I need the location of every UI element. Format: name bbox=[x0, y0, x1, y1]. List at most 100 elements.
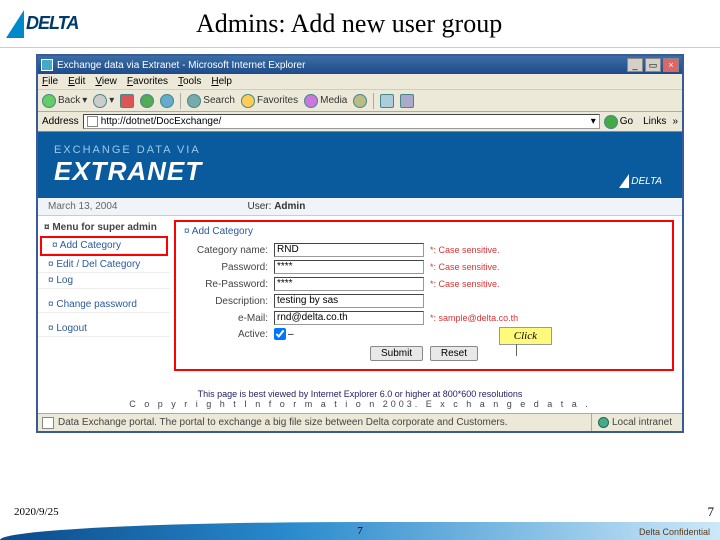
label-active: Active: bbox=[184, 329, 274, 340]
favorites-button[interactable]: Favorites bbox=[241, 94, 298, 108]
home-button[interactable] bbox=[160, 94, 174, 108]
menu-favorites[interactable]: Favorites bbox=[127, 76, 168, 87]
maximize-button[interactable]: ▭ bbox=[645, 58, 661, 72]
menu-help[interactable]: Help bbox=[211, 76, 232, 87]
submit-button[interactable]: Submit bbox=[370, 346, 423, 361]
address-input[interactable]: http://dotnet/DocExchange/ ▾ bbox=[83, 114, 600, 129]
menu-tools[interactable]: Tools bbox=[178, 76, 201, 87]
media-icon bbox=[304, 94, 318, 108]
slide-title: Admins: Add new user group bbox=[196, 9, 502, 39]
hint-case: *: Case sensitive. bbox=[430, 279, 500, 289]
globe-icon bbox=[598, 417, 609, 428]
delta-triangle-icon bbox=[619, 174, 629, 188]
hint-case: *: Case sensitive. bbox=[430, 262, 500, 272]
mail-button[interactable] bbox=[380, 94, 394, 108]
input-description[interactable]: testing by sas bbox=[274, 294, 424, 308]
checkbox-active[interactable] bbox=[274, 328, 286, 340]
status-text: Data Exchange portal. The portal to exch… bbox=[58, 417, 508, 428]
banner-subtitle: EXCHANGE DATA VIA bbox=[54, 144, 202, 156]
ie-favicon-icon bbox=[41, 59, 53, 71]
sidebar-menu-title: ¤ Menu for super admin bbox=[38, 220, 170, 235]
go-button[interactable]: Go bbox=[604, 115, 633, 129]
meta-row: March 13, 2004 User: Admin bbox=[38, 198, 682, 216]
search-button[interactable]: Search bbox=[187, 94, 235, 108]
form-heading: ¤ Add Category bbox=[184, 226, 664, 237]
banner-brand: DELTA bbox=[619, 174, 662, 188]
page-number-outer: 7 bbox=[708, 504, 715, 520]
sidebar: ¤ Menu for super admin ¤ Add Category ¤ … bbox=[38, 216, 170, 381]
sidebar-item-edit-del-category[interactable]: ¤ Edit / Del Category bbox=[38, 257, 170, 273]
sidebar-item-logout[interactable]: ¤ Logout bbox=[38, 321, 170, 337]
back-button[interactable]: Back ▾ bbox=[42, 94, 87, 108]
button-row: Submit Reset bbox=[184, 346, 664, 361]
go-arrow-icon bbox=[604, 115, 618, 129]
links-label[interactable]: Links bbox=[643, 116, 666, 127]
page-icon bbox=[87, 116, 98, 127]
dash-icon: – bbox=[288, 329, 294, 340]
toolbar-separator bbox=[180, 93, 181, 109]
click-callout: Click bbox=[499, 327, 552, 345]
toolbar-separator bbox=[373, 93, 374, 109]
media-button[interactable]: Media bbox=[304, 94, 347, 108]
window-title: Exchange data via Extranet - Microsoft I… bbox=[57, 60, 625, 71]
page-number-center: 7 bbox=[357, 525, 363, 537]
slide-header: DELTA Admins: Add new user group bbox=[0, 0, 720, 48]
history-icon bbox=[353, 94, 367, 108]
chevron-right-icon[interactable]: » bbox=[672, 116, 678, 127]
dropdown-icon[interactable]: ▾ bbox=[591, 116, 596, 127]
mail-icon bbox=[380, 94, 394, 108]
zone-label: Local intranet bbox=[612, 417, 672, 428]
sidebar-item-log[interactable]: ¤ Log bbox=[38, 273, 170, 289]
footer-line1: This page is best viewed by Internet Exp… bbox=[38, 389, 682, 399]
slide-footer: 2020/9/25 7 7 Delta Confidential bbox=[0, 498, 720, 540]
address-label: Address bbox=[42, 116, 79, 127]
slide-date: 2020/9/25 bbox=[14, 506, 59, 518]
hint-email: *: sample@delta.co.th bbox=[430, 313, 518, 323]
sidebar-item-add-category[interactable]: ¤ Add Category bbox=[42, 238, 166, 254]
delta-triangle-icon bbox=[6, 10, 24, 38]
ie-window: Exchange data via Extranet - Microsoft I… bbox=[36, 54, 684, 433]
page-content: EXCHANGE DATA VIA EXTRANET DELTA March 1… bbox=[38, 132, 682, 413]
back-arrow-icon bbox=[42, 94, 56, 108]
input-category-name[interactable]: RND bbox=[274, 243, 424, 257]
stop-icon bbox=[120, 94, 134, 108]
ie-toolbar: Back ▾ ▾ Search Favorites Media bbox=[38, 90, 682, 112]
input-password[interactable]: **** bbox=[274, 260, 424, 274]
label-repassword: Re-Password: bbox=[184, 279, 274, 290]
add-category-form-highlight: ¤ Add Category Category name: RND *: Cas… bbox=[174, 220, 674, 371]
address-value: http://dotnet/DocExchange/ bbox=[101, 116, 222, 127]
label-email: e-Mail: bbox=[184, 313, 274, 324]
delta-logo: DELTA bbox=[6, 5, 126, 43]
body-row: ¤ Menu for super admin ¤ Add Category ¤ … bbox=[38, 216, 682, 381]
input-email[interactable]: rnd@delta.co.th bbox=[274, 311, 424, 325]
main-panel: ¤ Add Category Category name: RND *: Cas… bbox=[170, 216, 682, 381]
footer-copyright: C o p y r i g h t I n f o r m a t i o n … bbox=[38, 399, 682, 409]
search-icon bbox=[187, 94, 201, 108]
page-footer-text: This page is best viewed by Internet Exp… bbox=[38, 381, 682, 413]
logo-text: DELTA bbox=[26, 13, 78, 34]
menu-file[interactable]: File bbox=[42, 76, 58, 87]
history-button[interactable] bbox=[353, 94, 367, 108]
forward-button[interactable]: ▾ bbox=[93, 94, 114, 108]
home-icon bbox=[160, 94, 174, 108]
refresh-icon bbox=[140, 94, 154, 108]
input-repassword[interactable]: **** bbox=[274, 277, 424, 291]
star-icon bbox=[241, 94, 255, 108]
reset-button[interactable]: Reset bbox=[430, 346, 478, 361]
ie-statusbar: Data Exchange portal. The portal to exch… bbox=[38, 413, 682, 431]
extranet-banner: EXCHANGE DATA VIA EXTRANET DELTA bbox=[38, 132, 682, 198]
print-icon bbox=[400, 94, 414, 108]
hint-case: *: Case sensitive. bbox=[430, 245, 500, 255]
minimize-button[interactable]: _ bbox=[627, 58, 643, 72]
user-label: User: bbox=[248, 201, 272, 212]
sidebar-item-change-password[interactable]: ¤ Change password bbox=[38, 297, 170, 313]
menu-view[interactable]: View bbox=[95, 76, 117, 87]
menu-edit[interactable]: Edit bbox=[68, 76, 85, 87]
banner-title: EXTRANET bbox=[54, 156, 202, 187]
print-button[interactable] bbox=[400, 94, 414, 108]
stop-button[interactable] bbox=[120, 94, 134, 108]
user-name: Admin bbox=[274, 201, 305, 212]
label-password: Password: bbox=[184, 262, 274, 273]
close-button[interactable]: × bbox=[663, 58, 679, 72]
refresh-button[interactable] bbox=[140, 94, 154, 108]
